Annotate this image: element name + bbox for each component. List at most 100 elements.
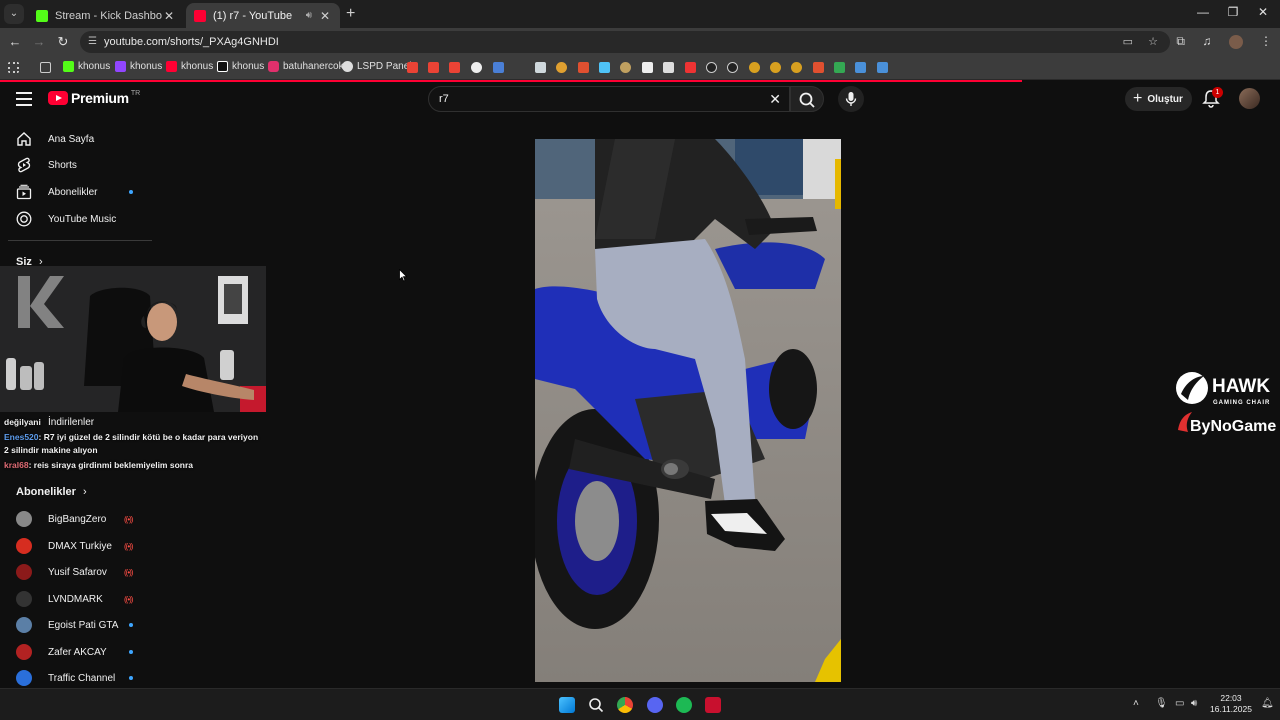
close-tab-icon[interactable]: ✕ [318, 9, 332, 23]
gmail-icon[interactable] [407, 62, 418, 73]
sidebar-item-youtube-music[interactable]: YouTube Music [16, 210, 116, 228]
sidebar-channel-traffic-channel[interactable]: Traffic Channel [16, 669, 115, 687]
account-avatar[interactable] [1239, 88, 1260, 109]
new-content-dot [129, 623, 133, 627]
search-button[interactable] [790, 86, 824, 112]
section-title: Abonelikler [16, 486, 76, 498]
bookmark-lspd[interactable]: LSPD Panel [342, 61, 411, 72]
folder-icon[interactable] [599, 62, 610, 73]
new-tab-button[interactable]: + [346, 5, 355, 23]
bookmark-twitch[interactable]: khonus [115, 61, 162, 72]
sidebar-item-shorts[interactable]: Shorts [16, 156, 77, 174]
channel-avatar [16, 591, 32, 607]
shorts-video-player[interactable] [535, 139, 841, 682]
close-tab-icon[interactable]: ✕ [162, 9, 176, 23]
docs-icon[interactable] [535, 62, 546, 73]
bookmark-icon[interactable] [685, 62, 696, 73]
bookmark-icon[interactable] [471, 62, 482, 73]
bookmark-youtube[interactable]: khonus [166, 61, 213, 72]
sheets-icon[interactable] [834, 62, 845, 73]
reload-button[interactable]: ↻ [54, 34, 72, 50]
bookmark-icon[interactable] [770, 62, 781, 73]
minimize-button[interactable]: — [1188, 5, 1218, 19]
microphone-icon[interactable]: 🎙︎ [1155, 698, 1168, 709]
close-window-button[interactable]: ✕ [1248, 5, 1278, 19]
sidebar-channel-lvndmark[interactable]: LVNDMARK [16, 590, 103, 608]
sidebar-channel-bigbangzero[interactable]: BigBangZero [16, 510, 106, 528]
tab-search-button[interactable]: ⌄ [4, 4, 24, 24]
subscriptions-section-header[interactable]: Abonelikler › [16, 486, 87, 498]
chrome-icon[interactable] [617, 697, 633, 713]
create-button[interactable]: + Oluştur [1125, 87, 1192, 111]
bookmark-kick[interactable]: khonus [63, 61, 110, 72]
chat-text: 2 silindir makine alıyon [4, 445, 98, 455]
bookmark-star-icon[interactable]: ☆ [1148, 36, 1158, 48]
gmail-icon[interactable] [449, 62, 460, 73]
gmail-icon[interactable] [428, 62, 439, 73]
guide-menu-button[interactable] [16, 92, 32, 106]
sidebar-channel-yusif-safarov[interactable]: Yusif Safarov [16, 563, 107, 581]
search-input[interactable] [439, 90, 759, 108]
sidebar-item-home[interactable]: Ana Sayfa [16, 130, 94, 148]
voice-search-button[interactable] [838, 86, 864, 112]
bookmark-icon[interactable] [642, 62, 653, 73]
bookmark-icon[interactable] [556, 62, 567, 73]
back-button[interactable]: ← [6, 34, 24, 49]
sidebar-item-downloads[interactable]: İndirilenler [16, 413, 94, 431]
url-field[interactable]: ☰ youtube.com/shorts/_PXAg4GNHDI ▭ ☆ [80, 31, 1170, 53]
volume-icon[interactable]: 🔊︎ [1191, 698, 1197, 709]
bookmark-icon[interactable] [578, 62, 589, 73]
speaker-icon[interactable]: 🔊︎ [306, 10, 312, 21]
live-icon: ((•)) [124, 595, 134, 604]
media-controls-icon[interactable]: ♫ [1202, 34, 1211, 48]
bookmark-icon[interactable] [877, 62, 888, 73]
bookmark-icon[interactable] [855, 62, 866, 73]
bookmark-label: batuhanercok [283, 61, 344, 72]
network-icon[interactable]: ▭ [1175, 698, 1184, 709]
sidebar-channel-egoist-pati[interactable]: Egoist Pati GTA [16, 616, 118, 634]
shield-icon[interactable] [493, 62, 504, 73]
bookmark-icon[interactable] [620, 62, 631, 73]
menu-icon[interactable]: ⋮ [1260, 34, 1272, 48]
forward-button[interactable]: → [30, 34, 48, 49]
bookmark-icon[interactable] [727, 62, 738, 73]
restore-button[interactable]: ❐ [1218, 5, 1248, 19]
discord-icon[interactable] [647, 697, 663, 713]
bookmark-instagram[interactable]: batuhanercok [268, 61, 344, 72]
folder-icon[interactable] [40, 62, 51, 73]
sidebar-item-subscriptions[interactable]: Abonelikler [16, 183, 97, 201]
bookmark-icon[interactable] [791, 62, 802, 73]
sidebar-item-label: Shorts [48, 159, 77, 171]
clear-search-icon[interactable]: ✕ [769, 91, 781, 108]
site-info-icon[interactable]: ☰ [88, 31, 97, 53]
youtube-icon [166, 61, 177, 72]
hawk-brand-text: HAWK [1212, 376, 1270, 397]
system-clock[interactable]: 22:03 16.11.2025 [1206, 693, 1256, 715]
webcam-feed [0, 266, 266, 412]
tab-kick-dashboard[interactable]: Stream - Kick Dashboard ✕ [28, 3, 184, 28]
search-icon[interactable] [588, 697, 604, 713]
apps-icon[interactable] [8, 62, 19, 73]
sidebar-channel-dmax[interactable]: DMAX Turkiye [16, 537, 112, 555]
notifications-icon[interactable]: 🔔︎ [1261, 698, 1274, 709]
chat-username: Enes520 [4, 432, 39, 442]
youtube-premium-logo[interactable]: Premium TR [48, 90, 140, 106]
chevron-up-icon[interactable]: ˄ [1133, 698, 1139, 709]
windows-start-icon[interactable] [559, 697, 575, 713]
bookmark-icon[interactable] [663, 62, 674, 73]
extensions-icon[interactable]: ⧉ [1176, 34, 1185, 48]
spotify-icon[interactable] [676, 697, 692, 713]
new-content-dot [129, 190, 133, 194]
app-icon[interactable] [705, 697, 721, 713]
bookmark-icon[interactable] [749, 62, 760, 73]
bookmark-x[interactable]: khonus [217, 61, 264, 72]
notifications-button[interactable]: 1 [1202, 87, 1223, 109]
cast-icon[interactable]: ▭ [1123, 36, 1133, 48]
clock-time: 22:03 [1220, 693, 1242, 703]
chat-text: : reis siraya girdinmi beklemiyelim sonr… [28, 460, 193, 470]
bookmark-icon[interactable] [813, 62, 824, 73]
profile-avatar[interactable] [1228, 34, 1243, 49]
bookmark-icon[interactable] [706, 62, 717, 73]
sidebar-channel-zafer-akcay[interactable]: Zafer AKCAY [16, 643, 107, 661]
tab-youtube[interactable]: (1) r7 - YouTube 🔊︎ ✕ [186, 3, 340, 28]
